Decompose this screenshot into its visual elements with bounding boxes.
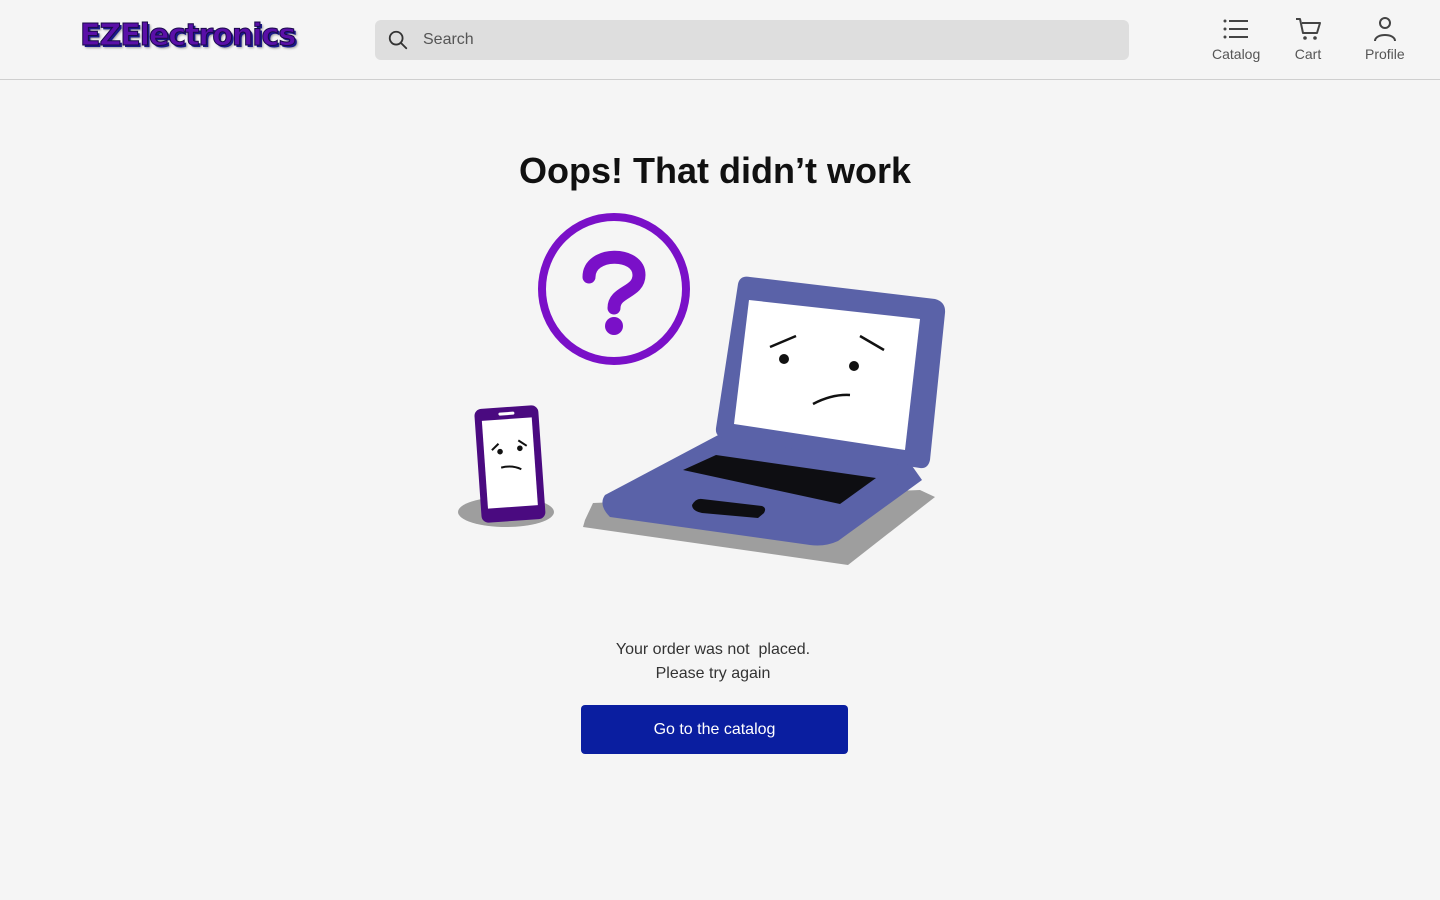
laptop-screen xyxy=(734,300,920,450)
search-icon xyxy=(388,30,408,50)
error-message: Your order was not placed. Please try ag… xyxy=(0,638,1426,686)
question-mark-icon xyxy=(538,213,690,365)
user-icon xyxy=(1373,17,1396,42)
nav-catalog-label: Catalog xyxy=(1212,46,1261,62)
nav-profile[interactable]: Profile xyxy=(1365,14,1405,66)
nav-profile-label: Profile xyxy=(1365,46,1405,62)
nav-cart[interactable]: Cart xyxy=(1293,14,1323,66)
search-input[interactable] xyxy=(423,20,1113,60)
logo[interactable]: EZElectronics xyxy=(79,18,296,54)
list-icon xyxy=(1223,19,1249,39)
top-bar: EZElectronics Catalog Cart Profile xyxy=(0,0,1440,80)
cart-icon xyxy=(1296,18,1321,40)
sad-devices-illustration xyxy=(458,213,946,565)
page-title: Oops! That didn’t work xyxy=(519,150,911,191)
phone-icon xyxy=(474,405,546,523)
go-to-catalog-button[interactable]: Go to the catalog xyxy=(581,705,848,754)
message-line-2: Please try again xyxy=(655,665,771,682)
nav-cart-label: Cart xyxy=(1294,46,1322,62)
message-line-1: Your order was not placed. xyxy=(615,641,811,658)
nav-catalog[interactable]: Catalog xyxy=(1212,14,1260,66)
search-bar[interactable] xyxy=(375,20,1129,60)
